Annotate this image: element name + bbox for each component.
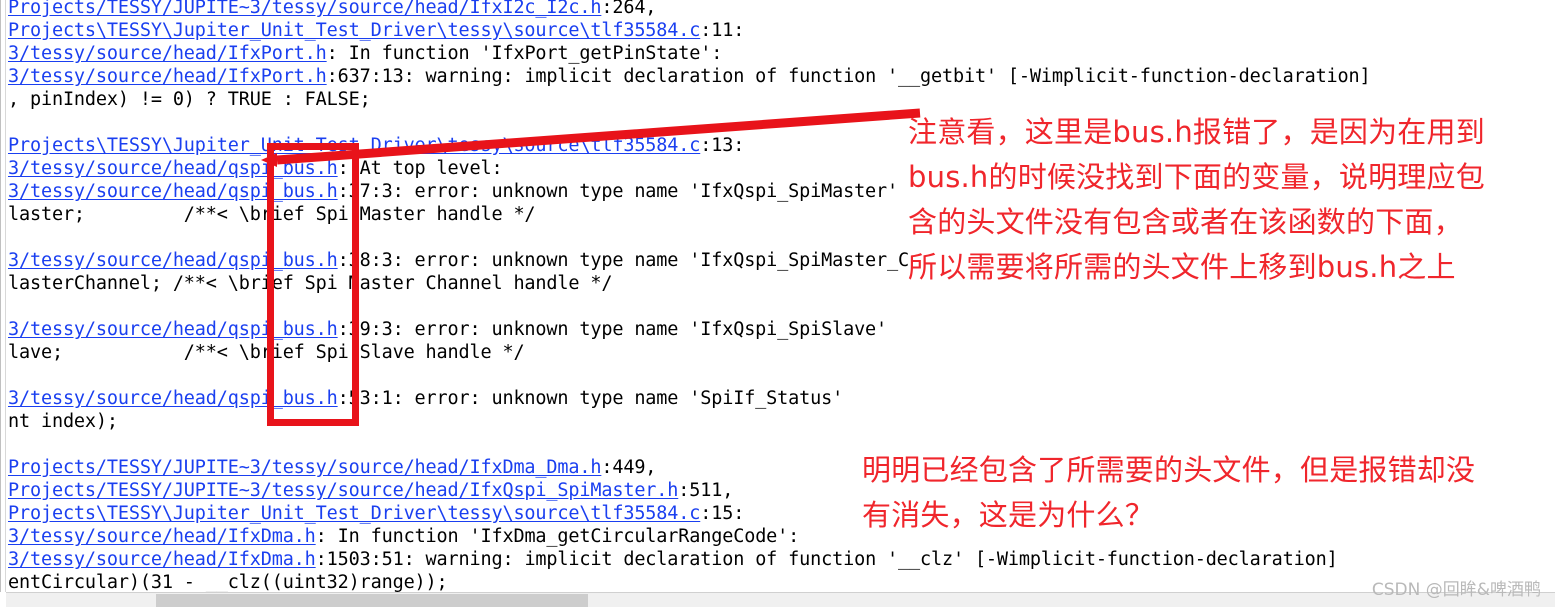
source-file-link[interactable]: 3/tessy/source/head/IfxDma.h — [8, 549, 316, 570]
console-log-line: 3/tessy/source/head/qspi_bus.h:37:3: err… — [8, 180, 898, 203]
console-log-line: , pinIndex) != 0) ? TRUE : FALSE; — [8, 88, 371, 111]
source-file-link[interactable]: 3/tessy/source/head/IfxPort.h — [8, 66, 327, 87]
log-message-text: : At top level: — [337, 158, 503, 179]
log-message-text: :511, — [678, 480, 734, 501]
source-file-link[interactable]: Projects/TESSY/JUPITE~3/tessy/source/hea… — [8, 0, 602, 18]
console-log-line: Projects\TESSY\Jupiter_Unit_Test_Driver\… — [8, 134, 744, 157]
source-file-link[interactable]: 3/tessy/source/head/IfxPort.h — [8, 43, 327, 64]
screenshot-root: Projects/TESSY/JUPITE~3/tessy/source/hea… — [0, 0, 1555, 607]
source-file-link[interactable]: Projects/TESSY/JUPITE~3/tessy/source/hea… — [8, 457, 602, 478]
log-message-text: : In function 'IfxPort_getPinState': — [326, 43, 723, 64]
log-message-text: :637:13: warning: implicit declaration o… — [326, 66, 1371, 87]
log-message-text: : In function 'IfxDma_getCircularRangeCo… — [315, 526, 800, 547]
console-left-gutter — [5, 0, 6, 592]
log-message-text: :39:3: error: unknown type name 'IfxQspi… — [337, 319, 888, 340]
console-log-line: 3/tessy/source/head/qspi_bus.h:53:1: err… — [8, 387, 843, 410]
console-log-line: 3/tessy/source/head/IfxDma.h:1503:51: wa… — [8, 548, 1338, 571]
console-log-line: 3/tessy/source/head/qspi_bus.h: At top l… — [8, 157, 503, 180]
log-message-text: :53:1: error: unknown type name 'SpiIf_S… — [337, 388, 844, 409]
annotation-note-primary: 注意看，这里是bus.h报错了，是因为在用到 bus.h的时候没找到下面的变量，… — [908, 115, 1485, 284]
console-log-line: nt index); — [8, 410, 118, 433]
console-log-line: 3/tessy/source/head/IfxDma.h: In functio… — [8, 525, 799, 548]
annotation-note-secondary: 明明已经包含了所需要的头文件，但是报错却没 有消失，这是为什么？ — [862, 453, 1476, 532]
log-message-text: :13: — [700, 135, 745, 156]
console-log-line: 3/tessy/source/head/qspi_bus.h:39:3: err… — [8, 318, 887, 341]
source-file-link[interactable]: 3/tessy/source/head/IfxDma.h — [8, 526, 316, 547]
log-message-text: :449, — [601, 457, 657, 478]
console-log-line: Projects/TESSY/JUPITE~3/tessy/source/hea… — [8, 456, 656, 479]
log-message-text: :264, — [601, 0, 657, 18]
csdn-watermark: CSDN @回眸&啤酒鸭 — [1371, 580, 1541, 600]
horizontal-scrollbar[interactable] — [6, 592, 1555, 607]
console-log-line: Projects\TESSY\Jupiter_Unit_Test_Driver\… — [8, 502, 744, 525]
source-file-link[interactable]: Projects\TESSY\Jupiter_Unit_Test_Driver\… — [8, 503, 700, 524]
log-message-text: :38:3: error: unknown type name 'IfxQspi… — [337, 250, 910, 271]
console-log-line: 3/tessy/source/head/IfxPort.h: In functi… — [8, 42, 722, 65]
log-message-text: nt index); — [8, 411, 118, 432]
log-message-text: :1503:51: warning: implicit declaration … — [315, 549, 1338, 570]
console-log-line: 3/tessy/source/head/qspi_bus.h:38:3: err… — [8, 249, 909, 272]
console-log-line: Projects\TESSY\Jupiter_Unit_Test_Driver\… — [8, 19, 744, 42]
source-file-link[interactable]: Projects\TESSY\Jupiter_Unit_Test_Driver\… — [8, 20, 700, 41]
log-message-text: :11: — [700, 20, 745, 41]
console-log-line: Projects/TESSY/JUPITE~3/tessy/source/hea… — [8, 479, 733, 502]
horizontal-scrollbar-thumb[interactable] — [156, 594, 588, 607]
log-message-text: , pinIndex) != 0) ? TRUE : FALSE; — [8, 89, 371, 110]
console-log-line: Projects/TESSY/JUPITE~3/tessy/source/hea… — [8, 0, 656, 19]
log-message-text: :37:3: error: unknown type name 'IfxQspi… — [337, 181, 899, 202]
source-file-link[interactable]: Projects/TESSY/JUPITE~3/tessy/source/hea… — [8, 480, 678, 501]
log-message-text: :15: — [700, 503, 745, 524]
error-file-highlight-box — [267, 143, 359, 426]
console-log-line: 3/tessy/source/head/IfxPort.h:637:13: wa… — [8, 65, 1371, 88]
console-left-border — [0, 0, 1, 592]
